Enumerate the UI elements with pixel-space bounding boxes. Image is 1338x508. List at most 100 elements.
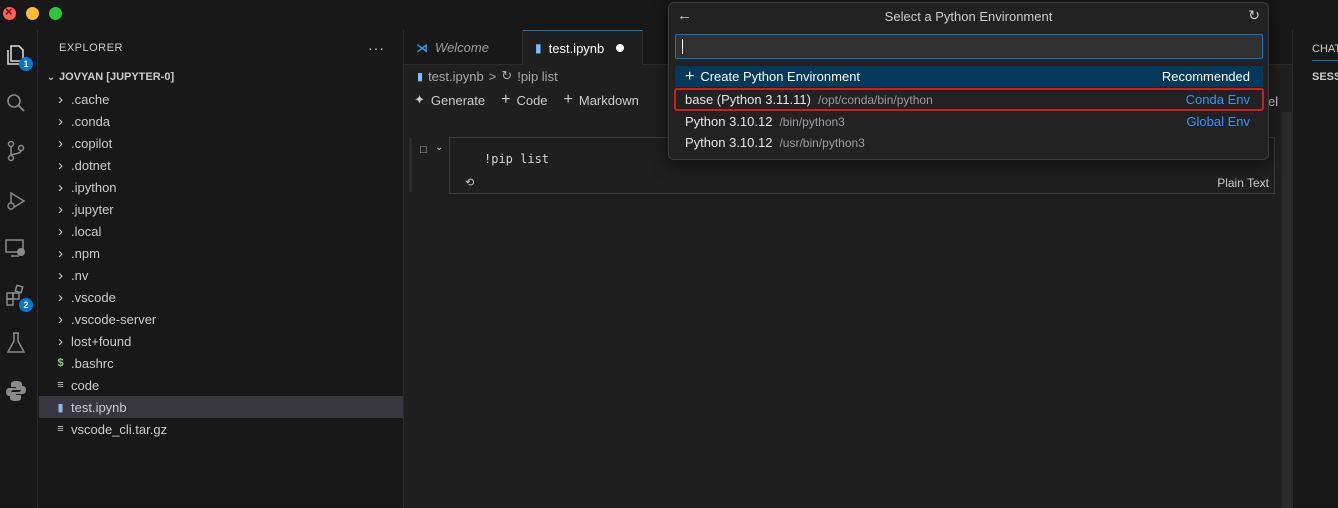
remote-explorer-icon[interactable]	[3, 235, 29, 261]
chat-tab-underline	[1312, 60, 1338, 61]
window-close-button[interactable]	[3, 4, 16, 20]
activity-bar: 1 2	[0, 30, 38, 508]
environment-option-bin-python3[interactable]: Python 3.10.12 /bin/python3 Global Env	[675, 111, 1263, 132]
tree-item-label: .jupyter	[71, 201, 114, 217]
file-item[interactable]: $ .bashrc	[39, 352, 403, 374]
add-code-cell-button[interactable]: + Code	[501, 91, 547, 109]
chat-tab[interactable]: CHAT	[1312, 43, 1338, 55]
chevron-right-icon: ›	[58, 112, 63, 130]
folder-item[interactable]: › .dotnet	[39, 154, 403, 176]
folder-item[interactable]: › .npm	[39, 242, 403, 264]
tree-item-label: .ipython	[71, 179, 117, 195]
folder-item[interactable]: › .vscode	[39, 286, 403, 308]
environment-option-usr-bin-python3[interactable]: Python 3.10.12 /usr/bin/python3	[675, 132, 1263, 153]
folder-item[interactable]: › .jupyter	[39, 198, 403, 220]
tree-item-label: test.ipynb	[71, 399, 127, 415]
tab-welcome-label: Welcome	[435, 40, 489, 55]
environment-path: /usr/bin/python3	[779, 135, 865, 150]
text-caret	[682, 39, 683, 54]
notebook-icon: ▮	[57, 401, 64, 414]
chevron-down-icon: ⌄	[46, 71, 56, 83]
python-icon[interactable]	[3, 378, 29, 404]
execution-history-icon[interactable]: ⟲	[465, 176, 474, 189]
folder-item[interactable]: › .nv	[39, 264, 403, 286]
cell-source[interactable]: !pip list	[484, 152, 549, 166]
folder-item[interactable]: › .ipython	[39, 176, 403, 198]
shell-file-icon: $	[57, 357, 64, 369]
tree-item-label: .copilot	[71, 135, 113, 151]
environment-type: Conda Env	[1185, 92, 1250, 107]
chevron-right-icon: ›	[58, 288, 63, 306]
environment-option-conda-base[interactable]: base (Python 3.11.11) /opt/conda/bin/pyt…	[674, 88, 1264, 111]
notebook-icon: ▮	[417, 70, 424, 83]
tree-item-label: .cache	[71, 91, 110, 107]
search-icon[interactable]	[3, 90, 29, 116]
unsaved-dot-icon[interactable]	[616, 44, 625, 52]
refresh-icon[interactable]: ↻	[1248, 7, 1260, 24]
add-markdown-cell-button[interactable]: + Markdown	[564, 91, 639, 109]
run-debug-icon[interactable]	[3, 188, 29, 214]
recommended-label: Recommended	[1161, 69, 1250, 84]
file-item[interactable]: ≡ vscode_cli.tar.gz	[39, 418, 403, 440]
testing-icon[interactable]	[3, 330, 29, 356]
folder-item[interactable]: › .vscode-server	[39, 308, 403, 330]
tree-item-label: .bashrc	[71, 355, 114, 371]
source-control-icon[interactable]	[3, 138, 29, 164]
environment-label: Python 3.10.12	[685, 135, 773, 150]
tree-item-label: .vscode	[71, 289, 116, 305]
environment-label: base (Python 3.11.11)	[685, 92, 811, 107]
cell-focus-indicator	[409, 138, 412, 192]
cell-checkbox-icon[interactable]: □	[420, 144, 427, 156]
quick-pick-input[interactable]	[675, 34, 1263, 59]
tab-welcome[interactable]: ⋊ Welcome	[404, 30, 523, 65]
tree-item-label: .nv	[71, 267, 89, 283]
explorer-header: EXPLORER ···	[39, 30, 403, 66]
cell-language-label[interactable]: Plain Text	[1217, 176, 1269, 190]
chevron-right-icon: ›	[58, 310, 63, 328]
explorer-title: EXPLORER	[59, 42, 123, 54]
window-maximize-button[interactable]	[49, 7, 62, 20]
breadcrumb-file[interactable]: test.ipynb	[428, 69, 484, 84]
chevron-right-icon: ›	[58, 134, 63, 152]
chevron-right-icon: ›	[58, 332, 63, 350]
more-actions-icon[interactable]: ···	[368, 40, 385, 56]
extensions-badge: 2	[19, 298, 33, 312]
extensions-icon[interactable]: 2	[3, 283, 33, 312]
python-environment-quick-pick: ← Select a Python Environment ↻ + Create…	[668, 2, 1269, 160]
tree-item-label: lost+found	[71, 333, 132, 349]
folder-item[interactable]: › .cache	[39, 88, 403, 110]
folder-item[interactable]: › .local	[39, 220, 403, 242]
cell-collapse-icon[interactable]: ⌄	[435, 142, 443, 153]
explorer-badge: 1	[19, 57, 33, 71]
tree-item-label: .vscode-server	[71, 311, 157, 327]
generate-button[interactable]: ✦ Generate	[414, 92, 485, 108]
generate-label: Generate	[430, 92, 486, 108]
chat-panel: CHAT SESSIONS	[1292, 30, 1338, 508]
window-minimize-button[interactable]	[26, 7, 39, 20]
select-kernel-button[interactable]: el	[1268, 94, 1278, 109]
create-environment-option[interactable]: + Create Python Environment Recommended	[675, 66, 1263, 87]
explorer-icon[interactable]: 1	[3, 42, 33, 71]
tab-test-ipynb-label: test.ipynb	[548, 40, 605, 56]
workspace-folder-header[interactable]: ⌄ JOVYAN [JUPYTER-0]	[39, 66, 403, 88]
folder-item[interactable]: › .conda	[39, 110, 403, 132]
folder-item[interactable]: › .copilot	[39, 132, 403, 154]
chevron-right-icon: ›	[58, 222, 63, 240]
file-item[interactable]: ▮ test.ipynb	[39, 396, 403, 418]
text-file-icon: ≡	[57, 423, 64, 435]
code-label: Code	[516, 92, 548, 108]
file-item[interactable]: ≡ code	[39, 374, 403, 396]
code-cell-icon: ↻	[501, 68, 513, 83]
editor-scrollbar[interactable]	[1282, 112, 1292, 508]
tree-item-label: code	[71, 377, 100, 393]
breadcrumb-cell[interactable]: !pip list	[517, 69, 557, 84]
folder-item[interactable]: › lost+found	[39, 330, 403, 352]
chevron-right-icon: ›	[58, 178, 63, 196]
notebook-icon: ▮	[535, 41, 542, 55]
quick-pick-title: Select a Python Environment	[884, 9, 1053, 24]
create-environment-label: Create Python Environment	[700, 69, 861, 84]
tab-test-ipynb[interactable]: ▮ test.ipynb	[523, 30, 643, 65]
environment-path: /opt/conda/bin/python	[818, 92, 933, 107]
chevron-right-icon: ›	[58, 156, 63, 174]
quick-pick-header: ← Select a Python Environment ↻	[669, 3, 1268, 30]
